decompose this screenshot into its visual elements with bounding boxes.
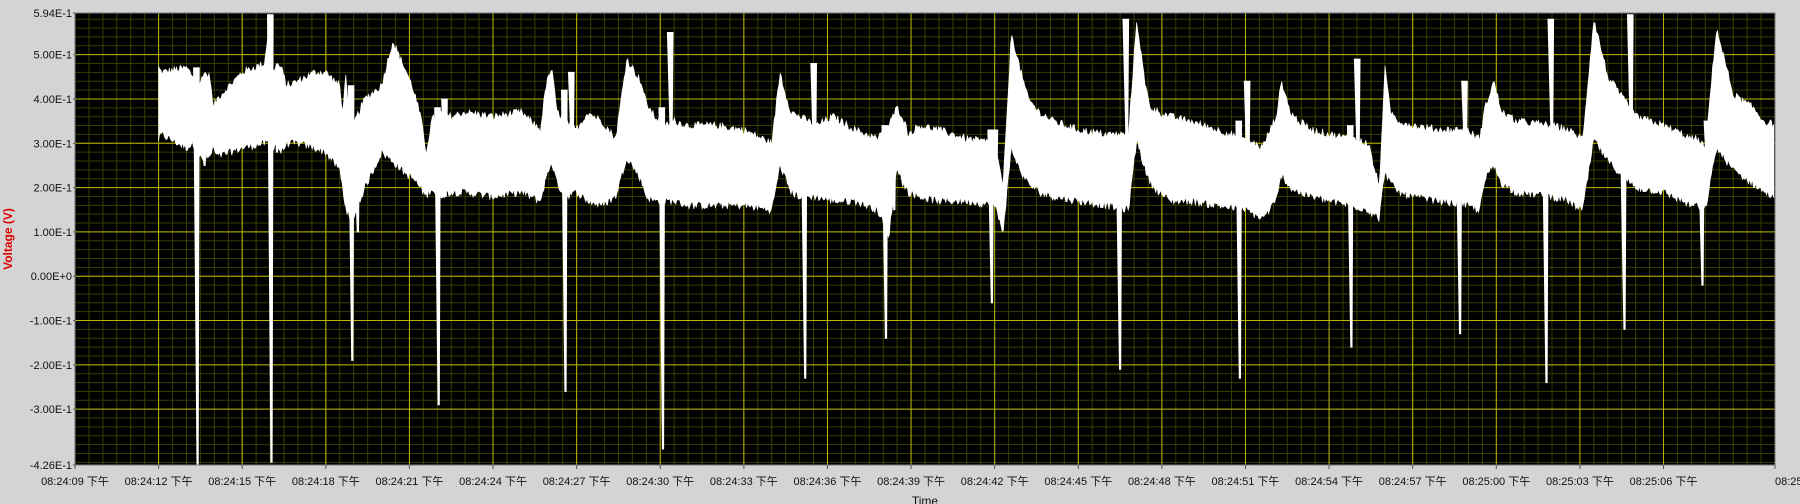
y-tick-label: 2.00E-1	[33, 183, 72, 195]
x-tick-label: 08:24:51 下午	[1212, 475, 1280, 488]
x-tick-label: 08:24:33 下午	[710, 475, 778, 488]
x-tick-label: 08:24:57 下午	[1379, 475, 1447, 488]
x-tick-label: 08:24:48 下午	[1128, 475, 1196, 488]
x-tick-label: 08:24:30 下午	[626, 475, 694, 488]
y-tick-label: 4.00E-1	[33, 94, 72, 106]
x-tick-label: 08:24:36 下午	[794, 475, 862, 488]
x-tick-label: 08:24:09 下午	[41, 475, 109, 488]
x-tick-label: 08:25:03 下午	[1546, 475, 1614, 488]
x-tick-label: 08:24:12 下午	[125, 475, 193, 488]
y-tick-label: 5.00E-1	[33, 50, 72, 62]
x-tick-label: 08:24:39 下午	[877, 475, 945, 488]
x-tick-label: 08:24:45 下午	[1044, 475, 1112, 488]
y-axis-label: Voltage (V)	[1, 208, 15, 270]
y-tick-label: 3.00E-1	[33, 138, 72, 150]
y-tick-label: -1.00E-1	[30, 316, 72, 328]
voltage-time-chart: 5.94E-1 5.00E-1 4.00E-1 3.00E-1 2.00E-1 1.00E…	[0, 0, 1800, 504]
x-tick-label: 08:25:10 下午	[1775, 475, 1800, 488]
x-tick-label: 08:24:54 下午	[1295, 475, 1363, 488]
x-tick-label: 08:24:27 下午	[543, 475, 611, 488]
x-tick-label: 08:25:00 下午	[1462, 475, 1530, 488]
x-tick-label: 08:24:24 下午	[459, 475, 527, 488]
y-tick-label: 0.00E+0	[31, 271, 72, 283]
x-axis-label: Time	[912, 494, 939, 504]
y-tick-label: -3.00E-1	[30, 404, 72, 416]
x-tick-label: 08:25:06 下午	[1630, 475, 1698, 488]
x-tick-label: 08:24:18 下午	[292, 475, 360, 488]
y-tick-label: 1.00E-1	[33, 227, 72, 239]
x-tick-label: 08:24:42 下午	[961, 475, 1029, 488]
chart-root: 5.94E-1 5.00E-1 4.00E-1 3.00E-1 2.00E-1 1.00E…	[0, 0, 1800, 504]
y-tick-label: -4.26E-1	[30, 460, 72, 472]
x-tick-label: 08:24:21 下午	[375, 475, 443, 488]
x-tick-label: 08:24:15 下午	[208, 475, 276, 488]
y-tick-label: 5.94E-1	[33, 8, 72, 20]
y-tick-label: -2.00E-1	[30, 360, 72, 372]
